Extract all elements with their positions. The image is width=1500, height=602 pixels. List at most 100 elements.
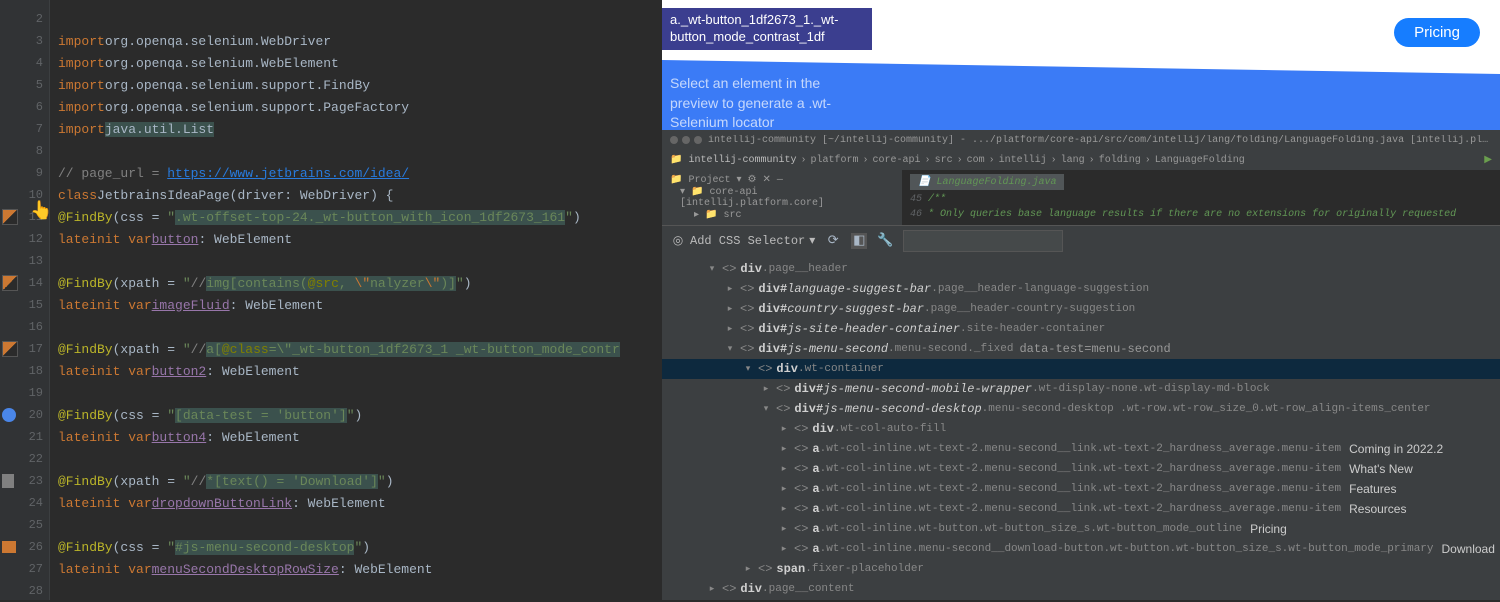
line-number[interactable]: 8 (0, 140, 49, 162)
crumb[interactable]: com (967, 155, 985, 166)
element-attrs: data-test=menu-second (1019, 342, 1170, 356)
tag-bracket-icon: <> (794, 482, 808, 496)
pricing-button[interactable]: Pricing (1394, 18, 1480, 47)
crumb[interactable]: lang (1061, 155, 1085, 166)
tree-row[interactable]: ▸<>a .wt-col-inline.wt-text-2.menu-secon… (662, 459, 1500, 479)
element-id: country-suggest-bar (787, 302, 924, 316)
highlight-toggle-icon[interactable]: ◧ (851, 233, 867, 249)
expand-arrow-icon[interactable]: ▸ (778, 464, 790, 474)
line-number[interactable]: 21 (0, 426, 49, 448)
crumb[interactable]: platform (811, 155, 859, 166)
tree-row[interactable]: ▸<>div#js-site-header-container .site-he… (662, 319, 1500, 339)
line-number[interactable]: 24 (0, 492, 49, 514)
expand-arrow-icon[interactable]: ▸ (778, 524, 790, 534)
expand-arrow-icon[interactable]: ▸ (724, 284, 736, 294)
tree-row[interactable]: ▸<>span .fixer-placeholder (662, 559, 1500, 579)
line-number[interactable]: 2 (0, 8, 49, 30)
tree-row[interactable]: ▾<>div .wt-container (662, 359, 1500, 379)
project-tree[interactable]: 📁 Project ▾ ⚙ ✕ — ▾ 📁 core-api [intellij… (662, 170, 902, 225)
line-number[interactable]: 9 (0, 162, 49, 184)
line-number[interactable]: 20 (0, 404, 49, 426)
crumb[interactable]: src (935, 155, 953, 166)
element-id: js-menu-second-mobile-wrapper (823, 382, 1032, 396)
element-text: Features (1349, 482, 1396, 496)
tree-row[interactable]: ▾<>div .page__header (662, 259, 1500, 279)
expand-arrow-icon[interactable]: ▸ (778, 504, 790, 514)
element-classes: .wt-container (798, 363, 884, 375)
expand-arrow-icon[interactable]: ▸ (724, 324, 736, 334)
line-number[interactable]: 23 (0, 470, 49, 492)
element-text: Coming in 2022.2 (1349, 442, 1443, 456)
line-number[interactable]: 7 (0, 118, 49, 140)
tree-row[interactable]: ▸<>a .wt-col-inline.menu-second__downloa… (662, 539, 1500, 559)
expand-arrow-icon[interactable]: ▸ (778, 444, 790, 454)
tree-row[interactable]: ▸<>a .wt-col-inline.wt-text-2.menu-secon… (662, 439, 1500, 459)
expand-arrow-icon[interactable]: ▸ (778, 424, 790, 434)
line-number[interactable]: 25 (0, 514, 49, 536)
file-icon[interactable] (2, 474, 14, 488)
crumb[interactable]: LanguageFolding (1155, 155, 1245, 166)
selector-toolbar: ◎ Add CSS Selector ▾ ⟳ ◧ 🔧 (662, 225, 1500, 255)
line-number[interactable]: 27 (0, 558, 49, 580)
dom-tree[interactable]: ▾<>div .page__header▸<>div#language-sugg… (662, 255, 1500, 600)
line-number[interactable]: 16 (0, 316, 49, 338)
crumb[interactable]: intellij (999, 155, 1047, 166)
aqua-marker-icon[interactable] (2, 408, 16, 422)
tree-row[interactable]: ▸<>a .wt-col-inline.wt-text-2.menu-secon… (662, 479, 1500, 499)
expand-arrow-icon[interactable]: ▸ (742, 564, 754, 574)
tree-row[interactable]: ▸<>a .wt-col-inline.wt-button.wt-button_… (662, 519, 1500, 539)
selector-search-input[interactable] (903, 230, 1063, 252)
line-number[interactable]: 14 (0, 272, 49, 294)
crumb[interactable]: folding (1099, 155, 1141, 166)
line-number[interactable]: 28 (0, 580, 49, 602)
line-number[interactable]: 5 (0, 74, 49, 96)
expand-arrow-icon[interactable]: ▸ (706, 584, 718, 594)
keyword: import (58, 122, 105, 137)
line-number[interactable]: 15 (0, 294, 49, 316)
tag-name: div# (794, 382, 823, 396)
tree-row[interactable]: ▸<>div#country-suggest-bar .page__header… (662, 299, 1500, 319)
refresh-icon[interactable]: ⟳ (825, 233, 841, 249)
tree-row[interactable]: ▸<>div .wt-col-auto-fill (662, 419, 1500, 439)
line-number[interactable]: 17 (0, 338, 49, 360)
line-number[interactable]: 19 (0, 382, 49, 404)
line-number[interactable]: 6 (0, 96, 49, 118)
expand-arrow-icon[interactable]: ▸ (778, 484, 790, 494)
expand-arrow-icon[interactable]: ▸ (724, 304, 736, 314)
browser-preview[interactable]: a._wt-button_1df2673_1._wt-button_mode_c… (662, 0, 1500, 130)
tree-row[interactable]: ▸<>div .page__content (662, 579, 1500, 599)
crumb[interactable]: intellij-community (688, 155, 796, 166)
ide-breadcrumbs[interactable]: 📁 intellij-community ›platform ›core-api… (662, 150, 1500, 170)
crumb[interactable]: core-api (873, 155, 921, 166)
line-number[interactable]: 26 (0, 536, 49, 558)
tree-row[interactable]: ▾<>div#js-menu-second-desktop .menu-seco… (662, 399, 1500, 419)
expand-arrow-icon[interactable]: ▾ (724, 344, 736, 354)
selenium-locator-icon[interactable] (2, 209, 18, 225)
annotation: @FindBy (58, 474, 113, 489)
line-number[interactable]: 3 (0, 30, 49, 52)
editor-tab[interactable]: 📄 LanguageFolding.java (910, 174, 1064, 190)
tree-row[interactable]: ▸<>div#js-menu-second-mobile-wrapper .wt… (662, 379, 1500, 399)
css-icon[interactable] (2, 541, 16, 553)
window-controls[interactable] (670, 136, 702, 144)
tag-bracket-icon: <> (722, 582, 736, 596)
line-number[interactable]: 4 (0, 52, 49, 74)
tree-row[interactable]: ▸<>div#language-suggest-bar .page__heade… (662, 279, 1500, 299)
expand-arrow-icon[interactable]: ▸ (778, 544, 790, 554)
add-css-selector-button[interactable]: ◎ Add CSS Selector ▾ (670, 233, 815, 249)
expand-arrow-icon[interactable]: ▾ (706, 264, 718, 274)
line-number[interactable]: 22 (0, 448, 49, 470)
tree-row[interactable]: ▸<>a .wt-col-inline.wt-text-2.menu-secon… (662, 499, 1500, 519)
selenium-locator-icon[interactable] (2, 275, 18, 291)
expand-arrow-icon[interactable]: ▾ (760, 404, 772, 414)
settings-icon[interactable]: 🔧 (877, 233, 893, 249)
expand-arrow-icon[interactable]: ▾ (742, 364, 754, 374)
url-link[interactable]: https://www.jetbrains.com/idea/ (167, 166, 409, 181)
selenium-locator-icon[interactable] (2, 341, 18, 357)
code-editor[interactable]: import org.openqa.selenium.WebDriver imp… (50, 0, 662, 600)
expand-arrow-icon[interactable]: ▸ (760, 384, 772, 394)
line-number[interactable]: 12 (0, 228, 49, 250)
line-number[interactable]: 13 (0, 250, 49, 272)
tree-row[interactable]: ▾<>div#js-menu-second .menu-second._fixe… (662, 339, 1500, 359)
line-number[interactable]: 18 (0, 360, 49, 382)
